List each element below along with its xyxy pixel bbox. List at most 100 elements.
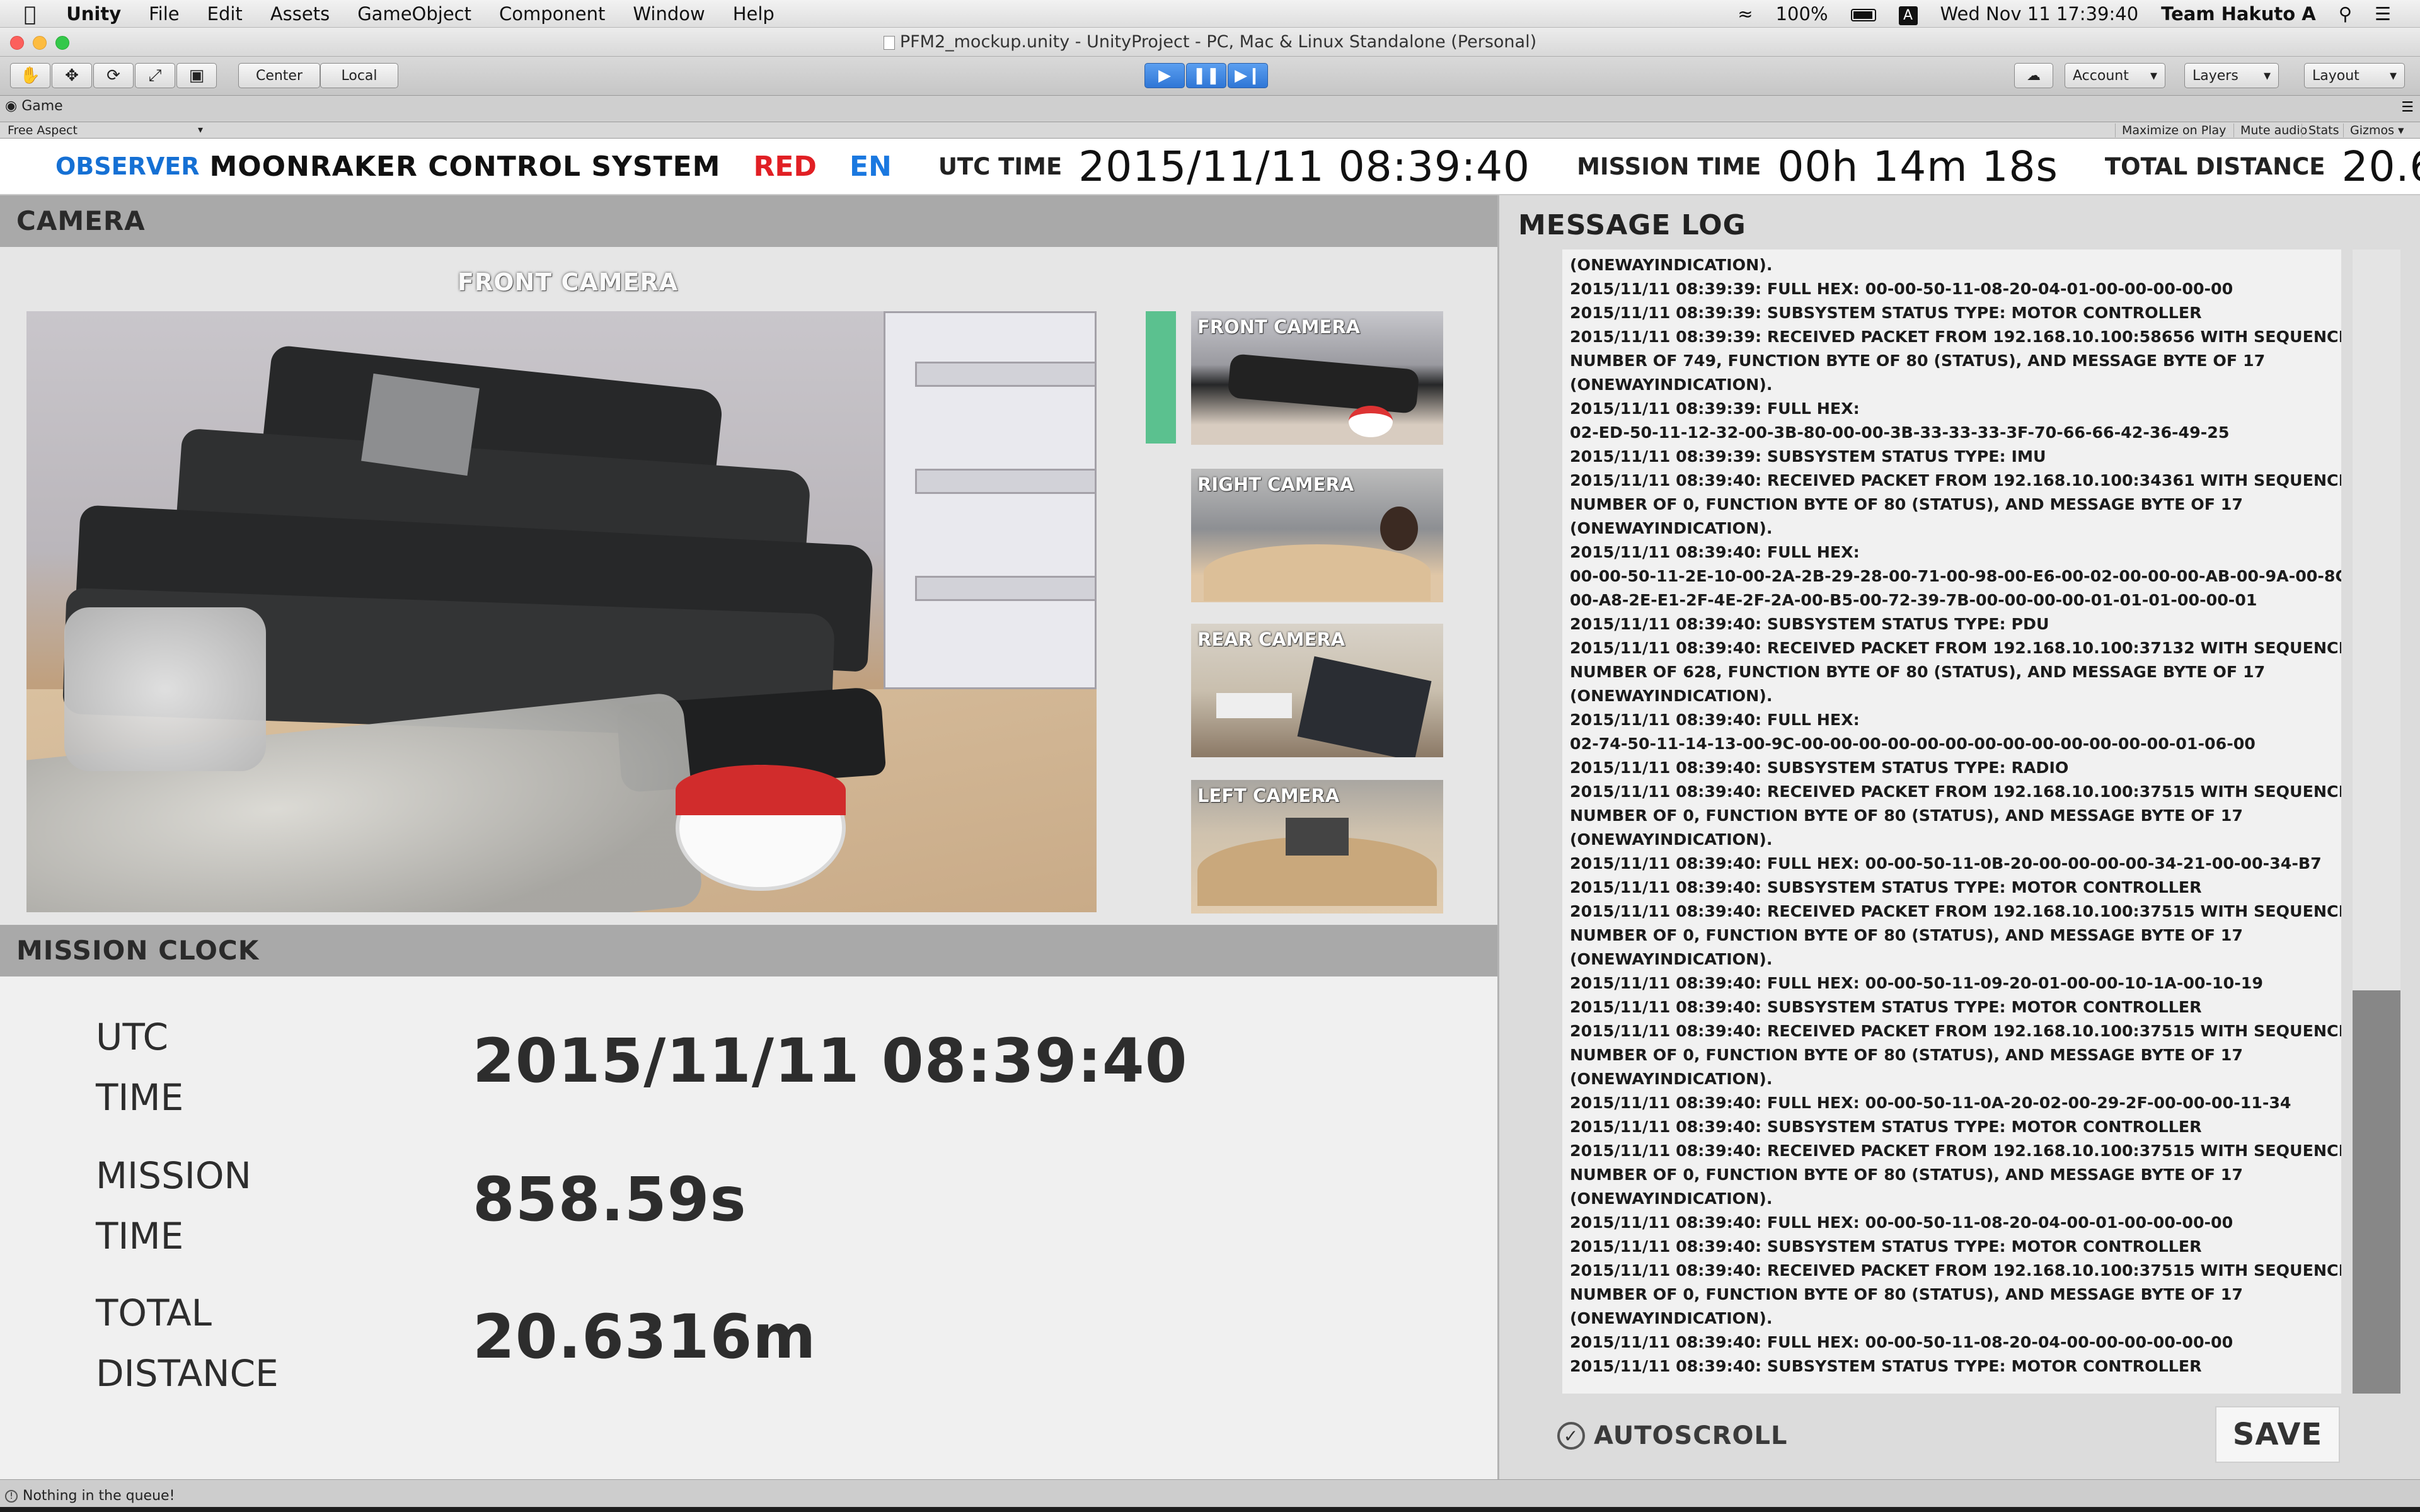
brand-name: OBSERVER [55,152,200,180]
log-line: 2015/11/11 08:39:40: SUBSYSTEM STATUS TY… [1570,1118,2202,1136]
log-line: 2015/11/11 08:39:40: RECEIVED PACKET FRO… [1570,1022,2341,1040]
autoscroll-checkbox[interactable]: ✓ AUTOSCROLL [1557,1421,1787,1450]
header-utc-value: 2015/11/11 08:39:40 [1078,142,1531,191]
clock-utc-label: UTC TIME [96,1016,184,1119]
log-line: (ONEWAYINDICATION). [1570,519,1773,537]
thumbnail-front-camera-label: FRONT CAMERA [1197,316,1361,338]
input-source-icon[interactable]: A [1887,3,1929,25]
log-line: (ONEWAYINDICATION). [1570,1070,1773,1088]
log-scrollbar-thumb[interactable] [2353,990,2400,1394]
menu-file[interactable]: File [135,3,193,25]
thumbnail-front-camera[interactable]: FRONT CAMERA [1191,311,1443,445]
log-line: 2015/11/11 08:39:40: FULL HEX: [1570,711,1860,729]
account-dropdown[interactable]: Account ▾ [2065,63,2165,88]
maximize-on-play-toggle[interactable]: Maximize on Play [2115,123,2232,137]
rotate-tool-icon[interactable]: ⟳ [93,63,134,88]
thumbnail-rear-camera[interactable]: REAR CAMERA [1191,624,1443,757]
camera-panel: FRONT CAMERA FRONT CAMERA RIGHT CAMERA R… [0,247,1497,925]
log-line: 2015/11/11 08:39:40: FULL HEX: [1570,543,1860,561]
log-line: 2015/11/11 08:39:40: SUBSYSTEM STATUS TY… [1570,1357,2202,1375]
window-close-button[interactable] [10,36,24,50]
stats-toggle[interactable]: Stats [2302,123,2346,137]
menu-edit[interactable]: Edit [193,3,256,25]
log-scrollbar[interactable] [2353,249,2400,1394]
battery-percent: 100% [1775,3,1828,25]
app-header: OBSERVER MOONRAKER CONTROL SYSTEM RED EN… [0,139,2420,195]
log-line: 2015/11/11 08:39:40: SUBSYSTEM STATUS TY… [1570,998,2202,1016]
tab-menu-icon[interactable]: ☰ [2401,100,2414,115]
team-red-toggle[interactable]: RED [753,151,816,183]
log-line: 2015/11/11 08:39:40: FULL HEX: 00-00-50-… [1570,854,2322,873]
log-line: 2015/11/11 08:39:40: RECEIVED PACKET FRO… [1570,782,2341,801]
rect-tool-icon[interactable]: ▣ [176,63,217,88]
header-mission-value: 00h 14m 18s [1777,142,2058,191]
gizmos-dropdown[interactable]: Gizmos ▾ [2343,123,2411,137]
tab-game[interactable]: ◉ Game [5,98,63,114]
log-line: 00-A8-2E-E1-2F-4E-2F-2A-00-B5-00-72-39-7… [1570,591,2257,609]
language-en-toggle[interactable]: EN [850,151,892,183]
spotlight-search-icon[interactable]: ⚲ [2327,3,2363,25]
log-line: (ONEWAYINDICATION). [1570,687,1773,705]
hand-tool-icon[interactable]: ✋ [10,63,50,88]
menu-component[interactable]: Component [485,3,619,25]
menu-app-name[interactable]: Unity [52,3,135,25]
log-line: 02-74-50-11-14-13-00-9C-00-00-00-00-00-0… [1570,735,2256,753]
save-button[interactable]: SAVE [2215,1406,2340,1463]
wifi-icon[interactable]: ≈ [1726,3,1764,25]
thumbnail-left-camera[interactable]: LEFT CAMERA [1191,780,1443,914]
message-log-list[interactable]: (ONEWAYINDICATION). 2015/11/11 08:39:39: … [1562,249,2341,1394]
cloud-icon[interactable]: ☁ [2014,63,2053,88]
game-view-toolbar: Free Aspect Maximize on Play Mute audio … [0,122,2420,139]
header-utc-label: UTC TIME [938,152,1063,180]
log-line: 00-00-50-11-2E-10-00-2A-2B-29-28-00-71-0… [1570,567,2341,585]
message-log-title: MESSAGE LOG [1518,209,1746,241]
log-line: NUMBER OF 0, FUNCTION BYTE OF 80 (STATUS… [1570,1166,2243,1184]
apple-icon[interactable]:  [0,2,52,26]
step-button[interactable]: ▶❙ [1228,63,1268,88]
window-zoom-button[interactable] [55,36,69,50]
menu-gameobject[interactable]: GameObject [343,3,485,25]
play-button[interactable]: ▶ [1144,63,1185,88]
log-line: (ONEWAYINDICATION). [1570,830,1773,849]
log-line: 2015/11/11 08:39:39: FULL HEX: 00-00-50-… [1570,280,2233,298]
window-minimize-button[interactable] [33,36,47,50]
pivot-local-toggle[interactable]: Local [320,63,398,88]
aspect-dropdown[interactable]: Free Aspect [8,123,203,137]
window-titlebar: PFM2_mockup.unity - UnityProject - PC, M… [0,28,2420,57]
thumbnail-right-camera[interactable]: RIGHT CAMERA [1191,469,1443,602]
menu-window[interactable]: Window [619,3,718,25]
camera-panel-title: CAMERA [0,195,1497,247]
pivot-center-toggle[interactable]: Center [238,63,320,88]
menu-help[interactable]: Help [719,3,788,25]
pause-button[interactable]: ❚❚ [1186,63,1226,88]
status-message: Nothing in the queue! [23,1488,175,1504]
menu-assets[interactable]: Assets [256,3,343,25]
window-title: PFM2_mockup.unity - UnityProject - PC, M… [899,32,1537,52]
log-line: NUMBER OF 0, FUNCTION BYTE OF 80 (STATUS… [1570,806,2243,825]
game-tab-strip: ◉ Game ☰ [0,96,2420,122]
log-line: 2015/11/11 08:39:40: RECEIVED PACKET FRO… [1570,1142,2341,1160]
log-line: (ONEWAYINDICATION). [1570,950,1773,968]
clock-utc-value: 2015/11/11 08:39:40 [473,1026,1188,1096]
menu-clock[interactable]: Wed Nov 11 17:39:40 [1929,3,2150,25]
layers-dropdown[interactable]: Layers ▾ [2184,63,2279,88]
log-line: 2015/11/11 08:39:39: RECEIVED PACKET FRO… [1570,328,2341,346]
battery-icon[interactable] [1840,3,1887,25]
move-tool-icon[interactable]: ✥ [52,63,92,88]
header-mission-label: MISSION TIME [1577,152,1761,180]
active-camera-indicator [1146,311,1176,444]
info-icon: ! [5,1489,18,1503]
clock-distance-label: TOTAL DISTANCE [96,1292,279,1395]
menu-bar:  Unity File Edit Assets GameObject Comp… [0,0,2420,28]
checkmark-icon: ✓ [1557,1422,1585,1450]
log-line: 2015/11/11 08:39:40: SUBSYSTEM STATUS TY… [1570,878,2202,896]
log-line: NUMBER OF 0, FUNCTION BYTE OF 80 (STATUS… [1570,926,2243,944]
mission-clock-title: MISSION CLOCK [0,925,1497,976]
log-line: 2015/11/11 08:39:40: SUBSYSTEM STATUS TY… [1570,615,2049,633]
layout-dropdown[interactable]: Layout ▾ [2304,63,2405,88]
scale-tool-icon[interactable]: ⤢ [135,63,175,88]
log-line: 2015/11/11 08:39:40: FULL HEX: 00-00-50-… [1570,974,2263,992]
log-line: 2015/11/11 08:39:39: SUBSYSTEM STATUS TY… [1570,447,2046,466]
menu-user[interactable]: Team Hakuto A [2150,3,2327,25]
notification-center-icon[interactable]: ☰ [2363,3,2402,25]
